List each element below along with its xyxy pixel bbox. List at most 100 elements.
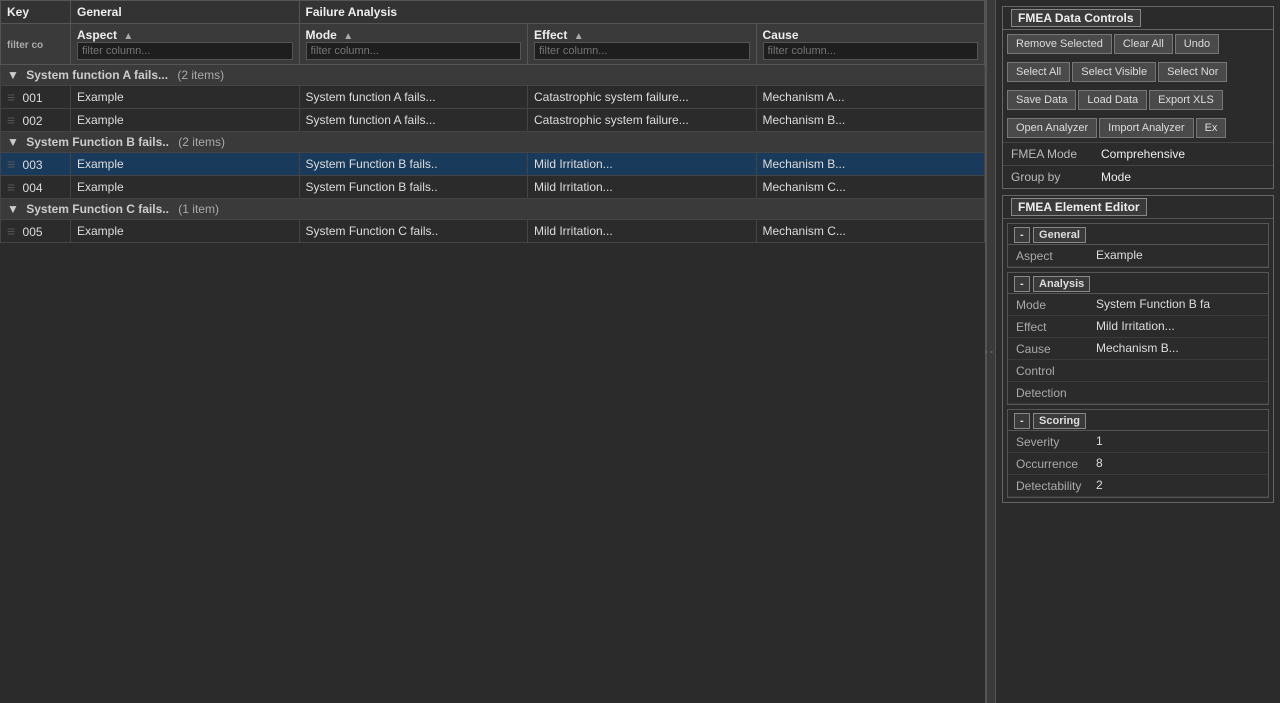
severity-field-row: Severity 1	[1008, 431, 1268, 453]
effect-filter-input[interactable]	[534, 42, 750, 60]
mode-cell: System function A fails...	[299, 86, 528, 109]
aspect-cell: Example	[71, 220, 300, 243]
row-key: 005	[23, 225, 43, 239]
col-header-aspect[interactable]: Aspect ▲	[71, 24, 300, 65]
effect-cell: Catastrophic system failure...	[528, 109, 757, 132]
group-by-row: Group by Mode	[1003, 165, 1273, 188]
clear-all-button[interactable]: Clear All	[1114, 34, 1173, 54]
col-header-key[interactable]: filter co	[1, 24, 71, 65]
editor-title: FMEA Element Editor	[1003, 196, 1273, 219]
table-row[interactable]: ≡ 005 Example System Function C fails.. …	[1, 220, 985, 243]
mode-field-value: System Function B fa	[1096, 297, 1260, 311]
effect-cell: Mild Irritation...	[528, 220, 757, 243]
cause-cell: Mechanism B...	[756, 153, 985, 176]
mode-field-row: Mode System Function B fa	[1008, 294, 1268, 316]
drag-icon: ≡	[7, 156, 19, 172]
detectability-field-row: Detectability 2	[1008, 475, 1268, 497]
cause-cell: Mechanism B...	[756, 109, 985, 132]
aspect-field-value: Example	[1096, 248, 1260, 262]
open-analyzer-button[interactable]: Open Analyzer	[1007, 118, 1097, 138]
table-row[interactable]: ≡ 001 Example System function A fails...…	[1, 86, 985, 109]
group-toggle-icon[interactable]: ▼	[7, 68, 19, 82]
analysis-subsection: - Analysis Mode System Function B fa Eff…	[1007, 272, 1269, 405]
effect-cell: Mild Irritation...	[528, 176, 757, 199]
occurrence-field-row: Occurrence 8	[1008, 453, 1268, 475]
cause-field-row: Cause Mechanism B...	[1008, 338, 1268, 360]
table-wrapper[interactable]: Key General Failure Analysis filter co A…	[0, 0, 987, 703]
col-header-cause[interactable]: Cause	[756, 24, 985, 65]
load-data-button[interactable]: Load Data	[1078, 90, 1147, 110]
general-collapse-icon: -	[1014, 227, 1030, 243]
select-nor-button[interactable]: Select Nor	[1158, 62, 1227, 82]
group-count: (1 item)	[178, 202, 219, 216]
mode-field-label: Mode	[1016, 297, 1096, 312]
cause-field-label: Cause	[1016, 341, 1096, 356]
aspect-sort-icon: ▲	[123, 31, 133, 42]
table-row[interactable]: ≡ 004 Example System Function B fails.. …	[1, 176, 985, 199]
drag-icon: ≡	[7, 112, 19, 128]
mode-cell: System Function B fails..	[299, 153, 528, 176]
severity-field-label: Severity	[1016, 434, 1096, 449]
effect-field-label: Effect	[1016, 319, 1096, 334]
group-toggle-icon[interactable]: ▼	[7, 202, 19, 216]
drag-icon: ≡	[7, 89, 19, 105]
aspect-cell: Example	[71, 153, 300, 176]
cause-cell: Mechanism A...	[756, 86, 985, 109]
failure-header-text: Failure Analysis	[306, 5, 398, 19]
remove-selected-button[interactable]: Remove Selected	[1007, 34, 1112, 54]
table-row[interactable]: ≡ 002 Example System function A fails...…	[1, 109, 985, 132]
scoring-subsection-title[interactable]: - Scoring	[1008, 410, 1268, 431]
header-key: Key	[1, 1, 71, 24]
mode-filter-input[interactable]	[306, 42, 522, 60]
right-panel: FMEA Data Controls Remove Selected Clear…	[995, 0, 1280, 703]
group-row[interactable]: ▼ System Function B fails.. (2 items)	[1, 132, 985, 153]
import-analyzer-button[interactable]: Import Analyzer	[1099, 118, 1193, 138]
severity-field-value: 1	[1096, 434, 1260, 448]
key-cell: ≡ 004	[1, 176, 71, 199]
group-label: System function A fails...	[26, 68, 168, 82]
cause-filter-input[interactable]	[763, 42, 979, 60]
row-key: 002	[23, 114, 43, 128]
key-cell: ≡ 001	[1, 86, 71, 109]
detection-field-row: Detection	[1008, 382, 1268, 404]
group-label: System Function C fails..	[26, 202, 169, 216]
group-row[interactable]: ▼ System Function C fails.. (1 item)	[1, 199, 985, 220]
group-row[interactable]: ▼ System function A fails... (2 items)	[1, 65, 985, 86]
table-row[interactable]: ≡ 003 Example System Function B fails.. …	[1, 153, 985, 176]
detectability-field-label: Detectability	[1016, 478, 1096, 493]
key-header-text: Key	[7, 5, 29, 19]
save-data-button[interactable]: Save Data	[1007, 90, 1076, 110]
ex-button[interactable]: Ex	[1196, 118, 1227, 138]
aspect-cell: Example	[71, 109, 300, 132]
key-cell: ≡ 005	[1, 220, 71, 243]
fmea-data-controls: FMEA Data Controls Remove Selected Clear…	[1002, 6, 1274, 189]
effect-field-row: Effect Mild Irritation...	[1008, 316, 1268, 338]
select-visible-button[interactable]: Select Visible	[1072, 62, 1156, 82]
mode-cell: System function A fails...	[299, 109, 528, 132]
key-cell: ≡ 002	[1, 109, 71, 132]
aspect-field-row: Aspect Example	[1008, 245, 1268, 267]
main-panel: Key General Failure Analysis filter co A…	[0, 0, 987, 703]
select-all-button[interactable]: Select All	[1007, 62, 1070, 82]
fmea-mode-value: Comprehensive	[1101, 147, 1185, 161]
aspect-filter-input[interactable]	[77, 42, 293, 60]
controls-row-1: Remove Selected Clear All Undo	[1003, 30, 1273, 58]
export-xls-button[interactable]: Export XLS	[1149, 90, 1223, 110]
mode-cell: System Function B fails..	[299, 176, 528, 199]
group-count: (2 items)	[178, 135, 225, 149]
resize-handle[interactable]: ⋮	[987, 0, 995, 703]
scoring-collapse-icon: -	[1014, 413, 1030, 429]
col-header-mode[interactable]: Mode ▲	[299, 24, 528, 65]
general-subsection-title[interactable]: - General	[1008, 224, 1268, 245]
controls-row-4: Open Analyzer Import Analyzer Ex	[1003, 114, 1273, 142]
analysis-subsection-title[interactable]: - Analysis	[1008, 273, 1268, 294]
group-toggle-icon[interactable]: ▼	[7, 135, 19, 149]
drag-icon: ≡	[7, 223, 19, 239]
effect-field-value: Mild Irritation...	[1096, 319, 1260, 333]
control-field-label: Control	[1016, 363, 1096, 378]
undo-button[interactable]: Undo	[1175, 34, 1219, 54]
analysis-collapse-icon: -	[1014, 276, 1030, 292]
col-header-effect[interactable]: Effect ▲	[528, 24, 757, 65]
cause-field-value: Mechanism B...	[1096, 341, 1260, 355]
effect-sort-icon: ▲	[574, 31, 584, 42]
